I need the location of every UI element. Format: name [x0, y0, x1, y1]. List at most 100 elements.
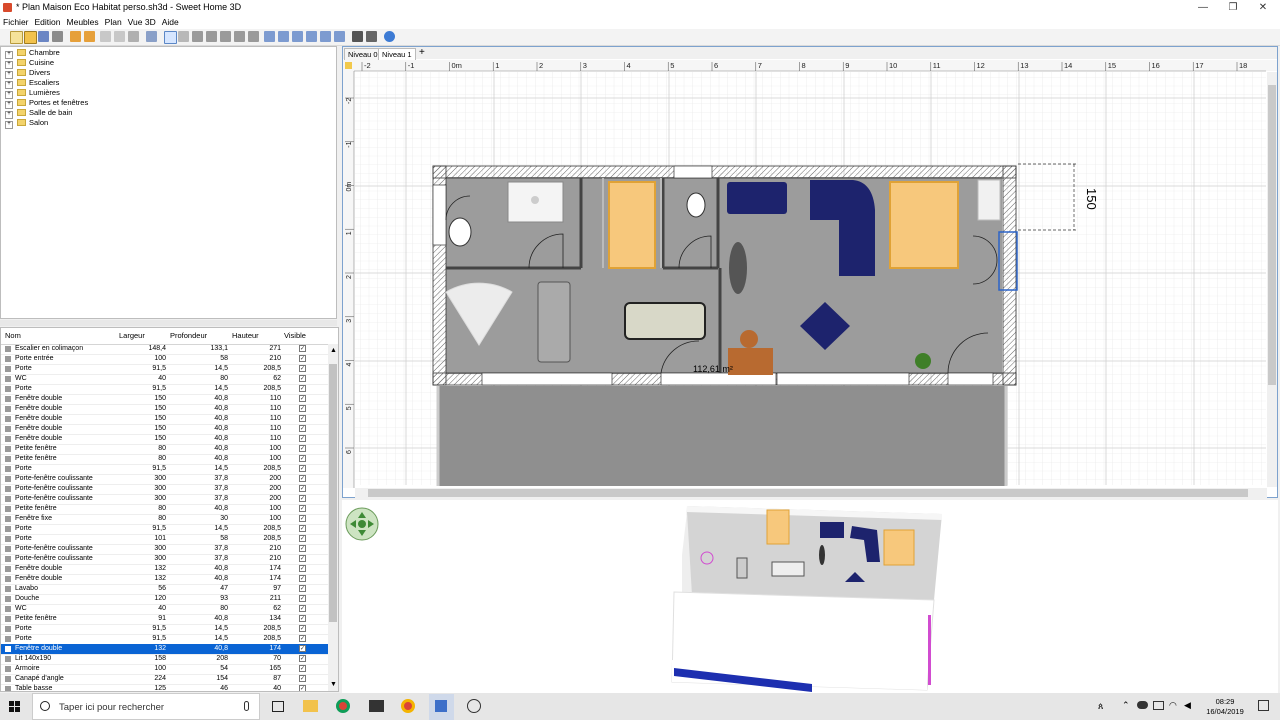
tab-niveau-0[interactable]: Niveau 0 [344, 48, 382, 60]
add-text-icon[interactable] [248, 31, 259, 42]
plan-view[interactable]: Niveau 0 Niveau 1 + -2 -1 0m 1 2 3 4 5 6 7 8 9 10 11 1… [342, 46, 1278, 498]
visible-checkbox[interactable]: ✓ [299, 395, 306, 402]
visible-checkbox[interactable]: ✓ [299, 535, 306, 542]
catalog-category-lumieres[interactable]: + Lumières [5, 88, 60, 99]
expand-icon[interactable]: + [5, 121, 13, 129]
visible-checkbox[interactable]: ✓ [299, 665, 306, 672]
add-furniture-icon[interactable] [146, 31, 157, 42]
video-icon[interactable] [366, 31, 377, 42]
paste-icon[interactable] [128, 31, 139, 42]
tab-niveau-1[interactable]: Niveau 1 [378, 48, 416, 60]
visible-checkbox[interactable]: ✓ [299, 565, 306, 572]
sweethome3d-taskbar-icon[interactable] [429, 694, 454, 720]
clock-date[interactable]: 16/04/2019 [1199, 707, 1251, 716]
column-header-width[interactable]: Largeur [119, 331, 145, 340]
create-polylines-icon[interactable] [220, 31, 231, 42]
visible-checkbox[interactable]: ✓ [299, 605, 306, 612]
menu-plan[interactable]: Plan [102, 15, 125, 29]
save-icon[interactable] [38, 31, 49, 42]
menu-meubles[interactable]: Meubles [64, 15, 102, 29]
people-icon[interactable]: ጰ [1098, 701, 1106, 711]
microphone-icon[interactable] [244, 701, 249, 711]
mail-icon[interactable] [369, 700, 384, 712]
scroll-up-icon[interactable]: ▲ [330, 347, 337, 354]
catalog-category-divers[interactable]: + Divers [5, 68, 50, 79]
open-folder-icon[interactable] [24, 31, 37, 44]
visible-checkbox[interactable]: ✓ [299, 595, 306, 602]
visible-checkbox[interactable]: ✓ [299, 585, 306, 592]
visible-checkbox[interactable]: ✓ [299, 645, 306, 652]
furniture-table-scrollbar[interactable]: ▲ ▼ [328, 344, 338, 691]
text-style-icon[interactable] [264, 31, 275, 42]
app-icon-circle[interactable] [467, 699, 481, 713]
create-rooms-icon[interactable] [206, 31, 217, 42]
visible-checkbox[interactable]: ✓ [299, 635, 306, 642]
visible-checkbox[interactable]: ✓ [299, 525, 306, 532]
visible-checkbox[interactable]: ✓ [299, 545, 306, 552]
increase-text-icon[interactable] [306, 31, 317, 42]
zoom-in-icon[interactable] [320, 31, 331, 42]
menu-fichier[interactable]: Fichier [0, 15, 32, 29]
visible-checkbox[interactable]: ✓ [299, 415, 306, 422]
clock-time[interactable]: 08:29 [1205, 697, 1245, 706]
minimize-button[interactable]: — [1188, 0, 1218, 15]
zoom-out-icon[interactable] [334, 31, 345, 42]
view-3d-canvas[interactable] [342, 500, 1278, 693]
visible-checkbox[interactable]: ✓ [299, 515, 306, 522]
column-header-depth[interactable]: Profondeur [170, 331, 207, 340]
plan-canvas[interactable]: -2 -1 0m 1 2 3 4 5 6 7 8 9 10 11 12 13 14 15 16 17 18 -2-10m… [343, 60, 1277, 498]
visible-checkbox[interactable]: ✓ [299, 405, 306, 412]
windows-start-icon[interactable] [9, 701, 21, 713]
select-mode-icon[interactable] [164, 31, 177, 44]
close-button[interactable]: ✕ [1248, 0, 1278, 15]
visible-checkbox[interactable]: ✓ [299, 425, 306, 432]
bold-icon[interactable] [278, 31, 289, 42]
column-header-height[interactable]: Hauteur [232, 331, 259, 340]
visible-checkbox[interactable]: ✓ [299, 485, 306, 492]
visible-checkbox[interactable]: ✓ [299, 675, 306, 682]
panel-splitter[interactable] [0, 320, 337, 326]
column-header-name[interactable]: Nom [5, 331, 21, 340]
undo-icon[interactable] [70, 31, 81, 42]
italic-icon[interactable] [292, 31, 303, 42]
visible-checkbox[interactable]: ✓ [299, 685, 306, 691]
pan-mode-icon[interactable] [178, 31, 189, 42]
chrome-profile-icon[interactable] [401, 699, 415, 713]
menu-edition[interactable]: Edition [32, 15, 64, 29]
view-3d[interactable] [342, 500, 1278, 693]
catalog-category-portes-fenetres[interactable]: + Portes et fenêtres [5, 98, 88, 109]
cloud-icon[interactable] [1137, 701, 1148, 709]
copy-icon[interactable] [114, 31, 125, 42]
visible-checkbox[interactable]: ✓ [299, 435, 306, 442]
battery-icon[interactable] [1153, 701, 1164, 710]
visible-checkbox[interactable]: ✓ [299, 445, 306, 452]
file-explorer-icon[interactable] [303, 700, 318, 712]
catalog-category-chambre[interactable]: + Chambre [5, 48, 60, 59]
visible-checkbox[interactable]: ✓ [299, 475, 306, 482]
visible-checkbox[interactable]: ✓ [299, 455, 306, 462]
visible-checkbox[interactable]: ✓ [299, 385, 306, 392]
cut-icon[interactable] [52, 31, 63, 42]
wifi-icon[interactable]: ◠ [1169, 700, 1177, 711]
visible-checkbox[interactable]: ✓ [299, 625, 306, 632]
visible-checkbox[interactable]: ✓ [299, 355, 306, 362]
volume-icon[interactable]: ◀ [1184, 700, 1191, 711]
catalog-category-salle-de-bain[interactable]: + Salle de bain [5, 108, 72, 119]
photo-icon[interactable] [352, 31, 363, 42]
visible-checkbox[interactable]: ✓ [299, 495, 306, 502]
table-row[interactable]: Table basse 125 46 40 ✓ [1, 684, 328, 691]
help-icon[interactable] [384, 31, 395, 42]
visible-checkbox[interactable]: ✓ [299, 375, 306, 382]
visible-checkbox[interactable]: ✓ [299, 365, 306, 372]
maximize-button[interactable]: ❐ [1218, 0, 1248, 15]
catalog-category-cuisine[interactable]: + Cuisine [5, 58, 54, 69]
visible-checkbox[interactable]: ✓ [299, 505, 306, 512]
scroll-thumb[interactable] [329, 364, 337, 622]
menu-vue3d[interactable]: Vue 3D [125, 15, 159, 29]
catalog-category-salon[interactable]: + Salon [5, 118, 48, 129]
scroll-down-icon[interactable]: ▼ [330, 681, 337, 688]
redo-icon[interactable] [84, 31, 95, 42]
create-walls-icon[interactable] [192, 31, 203, 42]
catalog-category-escaliers[interactable]: + Escaliers [5, 78, 59, 89]
menu-aide[interactable]: Aide [159, 15, 182, 29]
